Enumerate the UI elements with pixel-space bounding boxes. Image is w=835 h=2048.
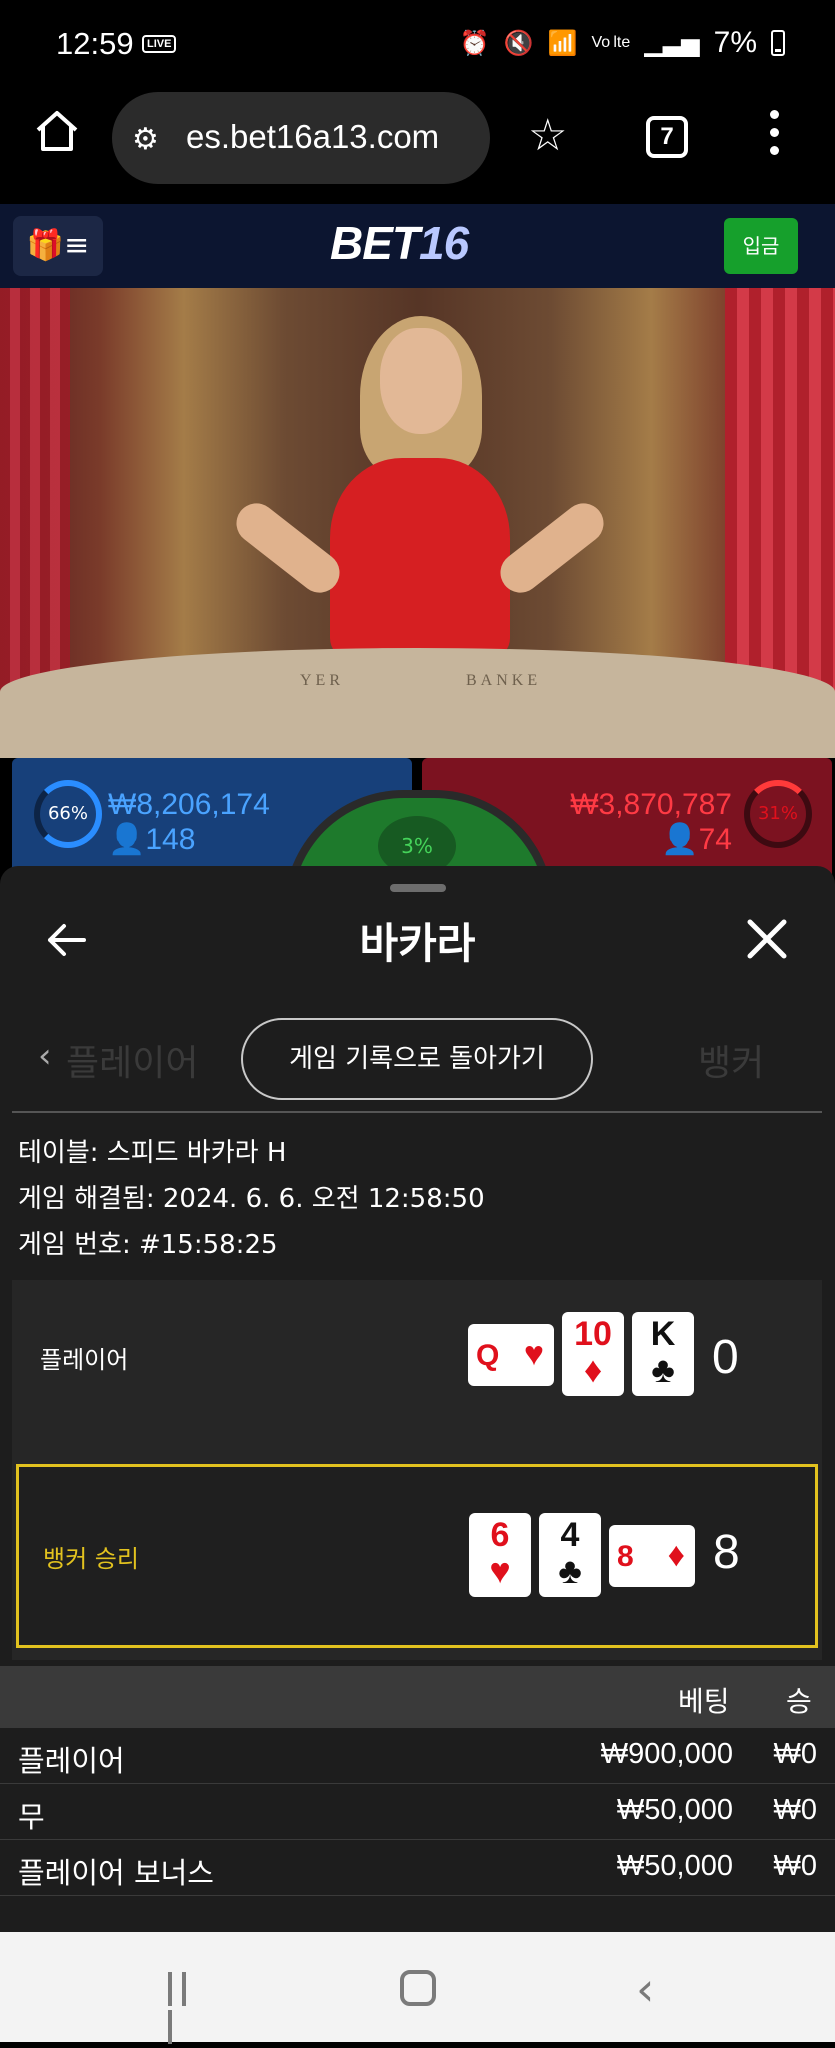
win-amount: ₩0 — [773, 1850, 818, 1882]
player-card-1: Q ♥ — [468, 1324, 554, 1386]
curtain-right — [725, 288, 835, 708]
banker-card-1: 6 ♥ — [469, 1513, 531, 1597]
home-nav-icon[interactable] — [400, 1970, 436, 2006]
divider — [12, 1111, 822, 1113]
banker-card-3: 8 ♦ — [609, 1525, 695, 1587]
player-row-label: 플레이어 — [40, 1346, 129, 1374]
alarm-icon: ⏰ — [459, 29, 490, 57]
ghost-player-label: 플레이어 — [66, 1043, 199, 1084]
bet-name: 무 — [18, 1800, 45, 1834]
ghost-banker-label: 뱅커 — [698, 1043, 765, 1084]
volte-label: Vo lte — [591, 34, 631, 51]
wifi-icon: 📶 — [547, 29, 578, 57]
home-icon[interactable] — [34, 108, 80, 154]
back-nav-icon[interactable]: ‹ — [636, 1962, 654, 2016]
bet-name: 플레이어 보너스 — [18, 1856, 214, 1890]
bet-name: 플레이어 — [18, 1744, 125, 1778]
drag-handle[interactable] — [390, 884, 446, 892]
sheet-title: 바카라 — [359, 919, 476, 968]
player-bettor-count: 👤148 — [108, 823, 196, 856]
dealer-face — [380, 328, 462, 434]
site-settings-icon[interactable]: ⚙ — [132, 122, 159, 157]
banker-score: 8 — [713, 1526, 740, 1579]
game-number: 게임 번호: #15:58:25 — [18, 1230, 278, 1260]
banker-total-amount: ₩3,870,787 — [570, 788, 732, 821]
battery-icon — [771, 30, 785, 56]
logo-number: 16 — [419, 217, 469, 269]
bookmark-star-icon[interactable]: ☆ — [528, 110, 567, 161]
baccarat-table — [0, 648, 835, 758]
chevron-left-icon[interactable]: ‹ — [38, 1036, 52, 1076]
player-card-2: 10 ♦ — [562, 1312, 624, 1396]
live-dealer-video: YER BANKE — [0, 288, 835, 758]
bet-amount: ₩50,000 — [616, 1794, 733, 1826]
table-row: 무 ₩50,000 ₩0 — [0, 1784, 835, 1840]
close-icon[interactable] — [746, 918, 788, 960]
bet-column-header: 베팅 — [678, 1685, 730, 1718]
banker-win-row: 뱅커 승리 6 ♥ 4 ♣ 8 ♦ 8 — [16, 1464, 818, 1648]
game-history-sheet: 바카라 ‹ 플레이어 뱅커 게임 기록으로 돌아가기 테이블: 스피드 바카라 … — [0, 866, 835, 1932]
browser-menu-icon[interactable] — [770, 110, 780, 164]
site-header: 🎁≡ BET16 입금 — [0, 204, 835, 288]
table-row: 플레이어 보너스 ₩50,000 ₩0 — [0, 1840, 835, 1896]
site-logo[interactable]: BET16 — [330, 216, 469, 270]
dealer-arm — [492, 495, 612, 601]
signal-icon: ▁▃▅ — [644, 29, 700, 57]
game-resolved-time: 게임 해결됨: 2024. 6. 6. 오전 12:58:50 — [18, 1184, 485, 1214]
table-player-label: YER — [300, 672, 344, 689]
clock: 12:59 — [56, 26, 134, 61]
deposit-button[interactable]: 입금 — [724, 218, 798, 274]
player-percent: 66% — [34, 780, 102, 848]
browser-toolbar: ⚙ es.bet16a13.com ☆ 7 — [0, 90, 835, 204]
win-amount: ₩0 — [773, 1794, 818, 1826]
banker-bettor-count: 👤74 — [661, 823, 732, 856]
status-icons: ⏰ 🔇 📶 Vo lte ▁▃▅ 7% — [460, 26, 785, 60]
player-card-3: K ♣ — [632, 1312, 694, 1396]
table-row: 플레이어 ₩900,000 ₩0 — [0, 1728, 835, 1784]
logo-text: BET — [330, 217, 420, 269]
url-text: es.bet16a13.com — [186, 118, 440, 155]
dealer-dress — [330, 458, 510, 658]
status-bar: 12:59 LIVE ⏰ 🔇 📶 Vo lte ▁▃▅ 7% — [0, 0, 835, 90]
battery-level: 7% — [713, 26, 757, 59]
game-result: 플레이어 Q ♥ 10 ♦ K ♣ 0 뱅커 승리 6 ♥ 4 ♣ 8 ♦ 8 — [12, 1280, 822, 1660]
bets-table-header: 베팅 승 — [0, 1666, 835, 1728]
back-to-history-button[interactable]: 게임 기록으로 돌아가기 — [241, 1018, 593, 1100]
player-total-amount: ₩8,206,174 — [108, 788, 270, 821]
banker-percent: 31% — [744, 780, 812, 848]
live-badge: LIVE — [142, 35, 177, 53]
bet-amount: ₩900,000 — [600, 1738, 733, 1770]
table-name: 테이블: 스피드 바카라 H — [18, 1138, 287, 1168]
player-score: 0 — [712, 1331, 739, 1384]
win-amount: ₩0 — [773, 1738, 818, 1770]
tab-switcher-button[interactable]: 7 — [646, 116, 688, 158]
banker-row-label: 뱅커 승리 — [43, 1545, 139, 1573]
table-banker-label: BANKE — [466, 672, 542, 689]
recent-apps-icon[interactable] — [168, 1972, 204, 2044]
win-column-header: 승 — [786, 1685, 812, 1718]
bet-amount: ₩50,000 — [616, 1850, 733, 1882]
address-bar[interactable]: ⚙ es.bet16a13.com — [112, 92, 490, 184]
gift-menu-icon[interactable]: 🎁≡ — [13, 216, 103, 276]
banker-card-2: 4 ♣ — [539, 1513, 601, 1597]
system-nav-bar: ‹ — [0, 1932, 835, 2044]
mute-icon: 🔇 — [503, 29, 534, 57]
